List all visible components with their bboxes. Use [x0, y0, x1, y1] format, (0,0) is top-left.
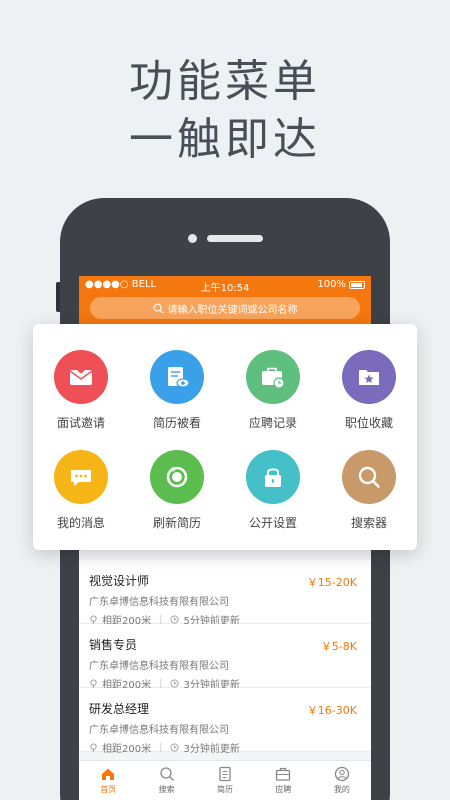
menu-label: 刷新简历	[152, 516, 201, 530]
chat-bubble-icon	[71, 470, 91, 486]
tab-resume[interactable]: 简历	[196, 761, 254, 800]
menu-icon-circle	[150, 350, 204, 404]
menu-item-search-tool[interactable]: 搜索器	[321, 450, 417, 531]
search-input[interactable]: 请输入职位关键词或公司名称	[90, 297, 360, 319]
envelope-heart-icon	[69, 367, 93, 385]
menu-item-application-records[interactable]: 应聘记录	[225, 350, 321, 431]
location-pin-icon	[90, 679, 97, 688]
job-distance: 相距200米	[102, 744, 152, 755]
menu-label: 应聘记录	[248, 416, 297, 430]
location-pin-icon	[90, 743, 97, 752]
menu-icon-circle	[54, 450, 108, 504]
job-meta: 相距200米 | 3分钟前更新	[89, 740, 361, 755]
tab-applications[interactable]: 应聘	[254, 761, 312, 800]
job-company: 广东卓博信息科技有限有限公司	[89, 661, 229, 672]
tab-label: 简历	[217, 785, 234, 794]
menu-label: 我的消息	[56, 516, 105, 530]
folder-star-icon	[359, 370, 379, 385]
resume-eye-icon	[168, 367, 190, 388]
location-pin-icon	[90, 615, 97, 624]
headline-line-2: 一触即达	[129, 114, 321, 165]
phone-camera	[188, 234, 197, 243]
menu-item-saved-jobs[interactable]: 职位收藏	[321, 350, 417, 431]
menu-item-interview-invites[interactable]: 面试邀请	[33, 350, 129, 431]
tab-label: 搜索	[158, 785, 175, 794]
tab-search[interactable]: 搜索	[137, 761, 195, 800]
top-bar: ●●●●○ BELL 上午10:54 100% 请输入职位关键词或公司名称	[79, 276, 371, 326]
menu-icon-circle	[246, 450, 300, 504]
job-salary: ￥5-8K	[320, 640, 357, 653]
clock-icon	[170, 615, 180, 624]
magnifier-icon	[358, 466, 380, 488]
job-item[interactable]: 销售专员 ￥5-8K 广东卓博信息科技有限有限公司 相距200米 | 3分钟前更…	[79, 624, 371, 691]
search-icon	[159, 767, 174, 781]
headline-line-1: 功能菜单	[129, 56, 321, 107]
battery-percent: 100%	[317, 279, 346, 290]
job-company: 广东卓博信息科技有限有限公司	[89, 725, 229, 736]
tab-label: 首页	[100, 785, 117, 794]
menu-item-resume-viewed[interactable]: 简历被看	[129, 350, 225, 431]
menu-icon-circle	[342, 350, 396, 404]
tab-label: 我的	[333, 785, 350, 794]
phone-speaker	[207, 235, 263, 242]
function-menu-card: 面试邀请 简历被看 应聘记录 职位收藏 我的消息 刷新简历 公开设置 搜索器	[33, 324, 417, 550]
menu-item-my-messages[interactable]: 我的消息	[33, 450, 129, 531]
clock-icon	[170, 743, 180, 752]
job-item[interactable]: 视觉设计师 ￥15-20K 广东卓博信息科技有限有限公司 相距200米 | 5分…	[79, 560, 371, 627]
job-list: 视觉设计师 ￥15-20K 广东卓博信息科技有限有限公司 相距200米 | 5分…	[79, 560, 371, 755]
menu-icon-circle	[54, 350, 108, 404]
refresh-icon	[166, 466, 188, 488]
tab-home[interactable]: 首页	[79, 761, 137, 800]
tab-label: 应聘	[275, 785, 292, 794]
menu-icon-circle	[342, 450, 396, 504]
meta-divider: |	[159, 742, 163, 753]
job-salary: ￥15-20K	[306, 576, 357, 589]
briefcase-clock-icon	[262, 367, 285, 389]
battery-indicator: 100%	[317, 279, 365, 290]
job-company: 广东卓博信息科技有限有限公司	[89, 597, 229, 608]
briefcase-icon	[276, 767, 291, 781]
bottom-tab-bar: 首页 搜索 简历 应聘 我的	[79, 760, 371, 800]
menu-label: 搜索器	[350, 516, 387, 530]
home-icon	[102, 768, 115, 780]
job-updated: 3分钟前更新	[183, 744, 240, 755]
search-placeholder: 请输入职位关键词或公司名称	[167, 304, 298, 316]
lock-icon	[265, 468, 281, 487]
menu-item-refresh-resume[interactable]: 刷新简历	[129, 450, 225, 531]
status-bar: ●●●●○ BELL 上午10:54 100%	[79, 279, 371, 295]
battery-icon	[349, 280, 365, 289]
document-icon	[219, 766, 231, 782]
menu-label: 职位收藏	[344, 416, 393, 430]
menu-label: 面试邀请	[56, 416, 105, 430]
job-salary: ￥16-30K	[306, 704, 357, 717]
search-icon	[153, 303, 163, 313]
menu-label: 公开设置	[248, 516, 297, 530]
clock-icon	[170, 679, 180, 688]
job-item[interactable]: 研发总经理 ￥16-30K 广东卓博信息科技有限有限公司 相距200米 | 3分…	[79, 688, 371, 755]
tab-profile[interactable]: 我的	[313, 761, 371, 800]
menu-item-privacy-settings[interactable]: 公开设置	[225, 450, 321, 531]
menu-label: 简历被看	[152, 416, 201, 430]
menu-icon-circle	[246, 350, 300, 404]
user-icon	[334, 766, 349, 782]
menu-icon-circle	[150, 450, 204, 504]
